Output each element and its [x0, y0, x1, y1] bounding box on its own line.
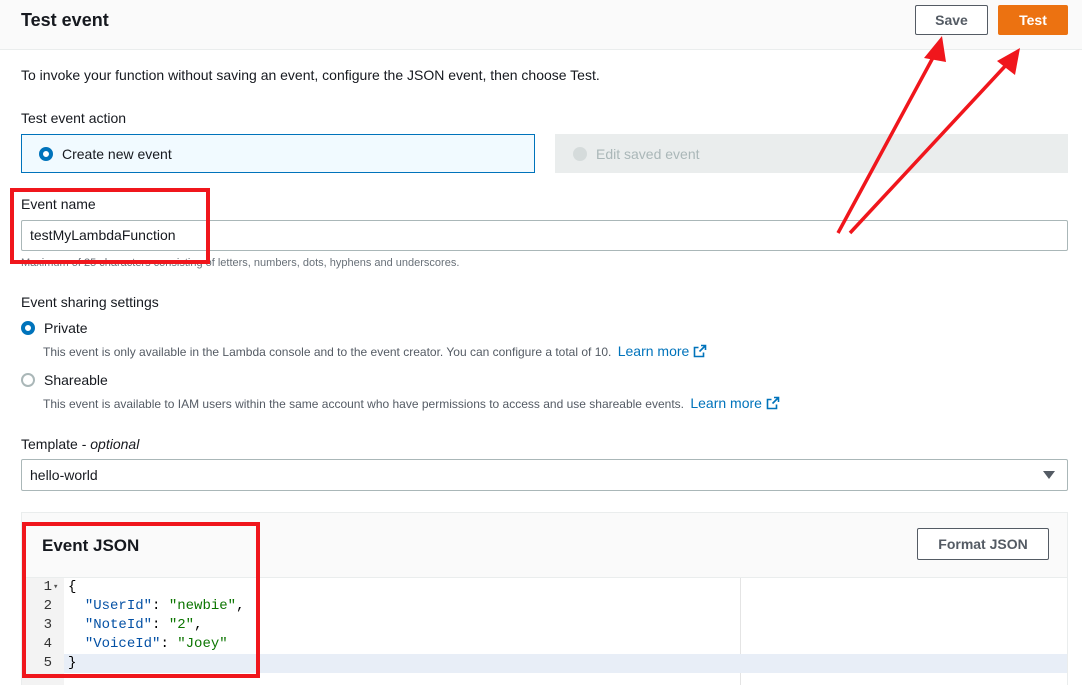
radio-selected-icon: [39, 146, 53, 161]
private-option[interactable]: Private: [21, 320, 88, 336]
radio-unselected-icon: [21, 373, 35, 387]
format-json-button[interactable]: Format JSON: [917, 528, 1049, 560]
create-new-event-label: Create new event: [62, 145, 172, 162]
private-description: This event is only available in the Lamb…: [43, 343, 707, 359]
test-event-action-label: Test event action: [21, 110, 127, 126]
private-label: Private: [44, 320, 88, 336]
intro-text: To invoke your function without saving a…: [21, 67, 600, 83]
radio-selected-icon: [21, 321, 35, 335]
shareable-description: This event is available to IAM users wit…: [43, 395, 780, 411]
radio-disabled-icon: [573, 146, 587, 161]
external-link-icon: [694, 344, 707, 358]
shareable-label: Shareable: [44, 372, 108, 388]
create-new-event-option[interactable]: Create new event: [21, 134, 535, 173]
shareable-learn-more-link[interactable]: Learn more: [690, 395, 780, 411]
panel-header: Test event Save Test: [0, 0, 1082, 50]
sharing-settings-label: Event sharing settings: [21, 294, 159, 310]
private-learn-more-link[interactable]: Learn more: [618, 343, 708, 359]
shareable-option[interactable]: Shareable: [21, 372, 108, 388]
annotation-box-event-name: [10, 188, 210, 264]
test-button[interactable]: Test: [998, 5, 1068, 35]
template-selected-value: hello-world: [30, 467, 98, 483]
shareable-description-text: This event is available to IAM users wit…: [43, 397, 684, 411]
save-button[interactable]: Save: [915, 5, 988, 35]
page-title: Test event: [21, 10, 109, 30]
edit-saved-event-option: Edit saved event: [555, 134, 1068, 173]
caret-down-icon: [1043, 471, 1055, 479]
template-label: Template - optional: [21, 436, 140, 452]
external-link-icon: [766, 396, 780, 410]
template-select[interactable]: hello-world: [21, 459, 1068, 491]
annotation-box-event-json: [22, 522, 260, 678]
private-description-text: This event is only available in the Lamb…: [43, 345, 612, 359]
edit-saved-event-label: Edit saved event: [596, 145, 700, 162]
